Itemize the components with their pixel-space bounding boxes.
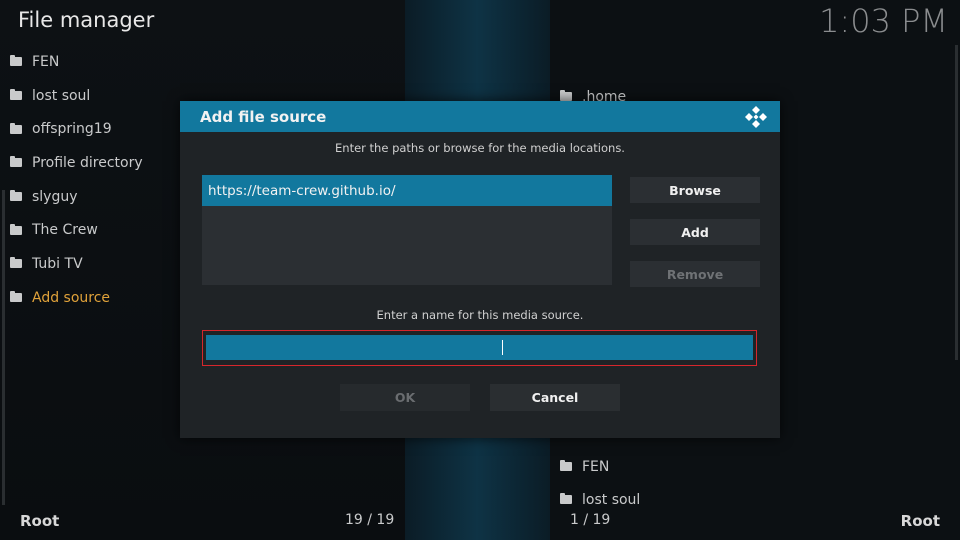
folder-icon [10,190,22,202]
cancel-button[interactable]: Cancel [490,384,620,411]
media-source-name-input[interactable] [206,335,753,360]
list-item[interactable]: FEN [10,45,143,79]
text-cursor [502,340,503,355]
add-file-source-dialog: Add file source Enter the paths or brows… [180,101,780,438]
left-scrollbar[interactable] [2,190,5,505]
list-item[interactable]: slyguy [10,180,143,214]
paths-hint: Enter the paths or browse for the media … [335,141,625,155]
kodi-file-manager: File manager 1:03 PM FEN lost soul offsp… [0,0,960,540]
folder-icon [10,156,22,168]
folder-icon [10,89,22,101]
list-item[interactable]: The Crew [10,213,143,247]
footer-right-count: 1 / 19 [570,512,611,528]
dialog-title: Add file source [200,107,327,126]
folder-icon [10,257,22,269]
list-item[interactable]: FEN [560,450,640,483]
folder-icon [10,122,22,134]
list-item-label: FEN [32,53,60,70]
list-item-label: lost soul [582,491,641,508]
ok-button[interactable]: OK [340,384,470,411]
list-item[interactable]: Tubi TV [10,247,143,281]
right-source-list-bottom: FEN lost soul [560,450,640,516]
left-source-list: FEN lost soul offspring19 Profile direct… [10,45,143,315]
path-item[interactable]: https://team-crew.github.io/ [202,175,612,206]
list-item[interactable]: offspring19 [10,112,143,146]
folder-icon [560,493,572,504]
list-item-label: Add source [32,289,111,306]
folder-icon [560,90,572,102]
clock: 1:03 PM [819,2,948,40]
folder-icon [560,460,572,471]
kodi-logo-icon [745,105,767,128]
add-button[interactable]: Add [630,219,760,245]
right-scrollbar[interactable] [955,45,958,360]
list-item[interactable]: lost soul [10,79,143,113]
footer-left-path: Root [20,512,60,530]
browse-button[interactable]: Browse [630,177,760,203]
folder-icon [10,223,22,235]
list-item-label: The Crew [32,222,98,239]
folder-icon [10,55,22,67]
dialog-header: Add file source [180,101,780,132]
list-item-label: FEN [582,458,610,475]
list-item-label: lost soul [32,87,91,104]
list-item[interactable]: Profile directory [10,146,143,180]
page-title: File manager [18,8,155,32]
list-item-label: Profile directory [32,154,143,171]
folder-icon [10,291,22,303]
add-source-item[interactable]: Add source [10,281,143,315]
list-item-label: offspring19 [32,121,112,138]
list-item-label: Tubi TV [32,255,83,272]
paths-list: https://team-crew.github.io/ [202,175,612,285]
footer-right-path: Root [900,512,940,530]
name-hint: Enter a name for this media source. [376,308,584,322]
footer-left-count: 19 / 19 [345,512,395,528]
remove-button[interactable]: Remove [630,261,760,287]
list-item-label: slyguy [32,188,78,205]
name-field-frame [202,330,757,366]
